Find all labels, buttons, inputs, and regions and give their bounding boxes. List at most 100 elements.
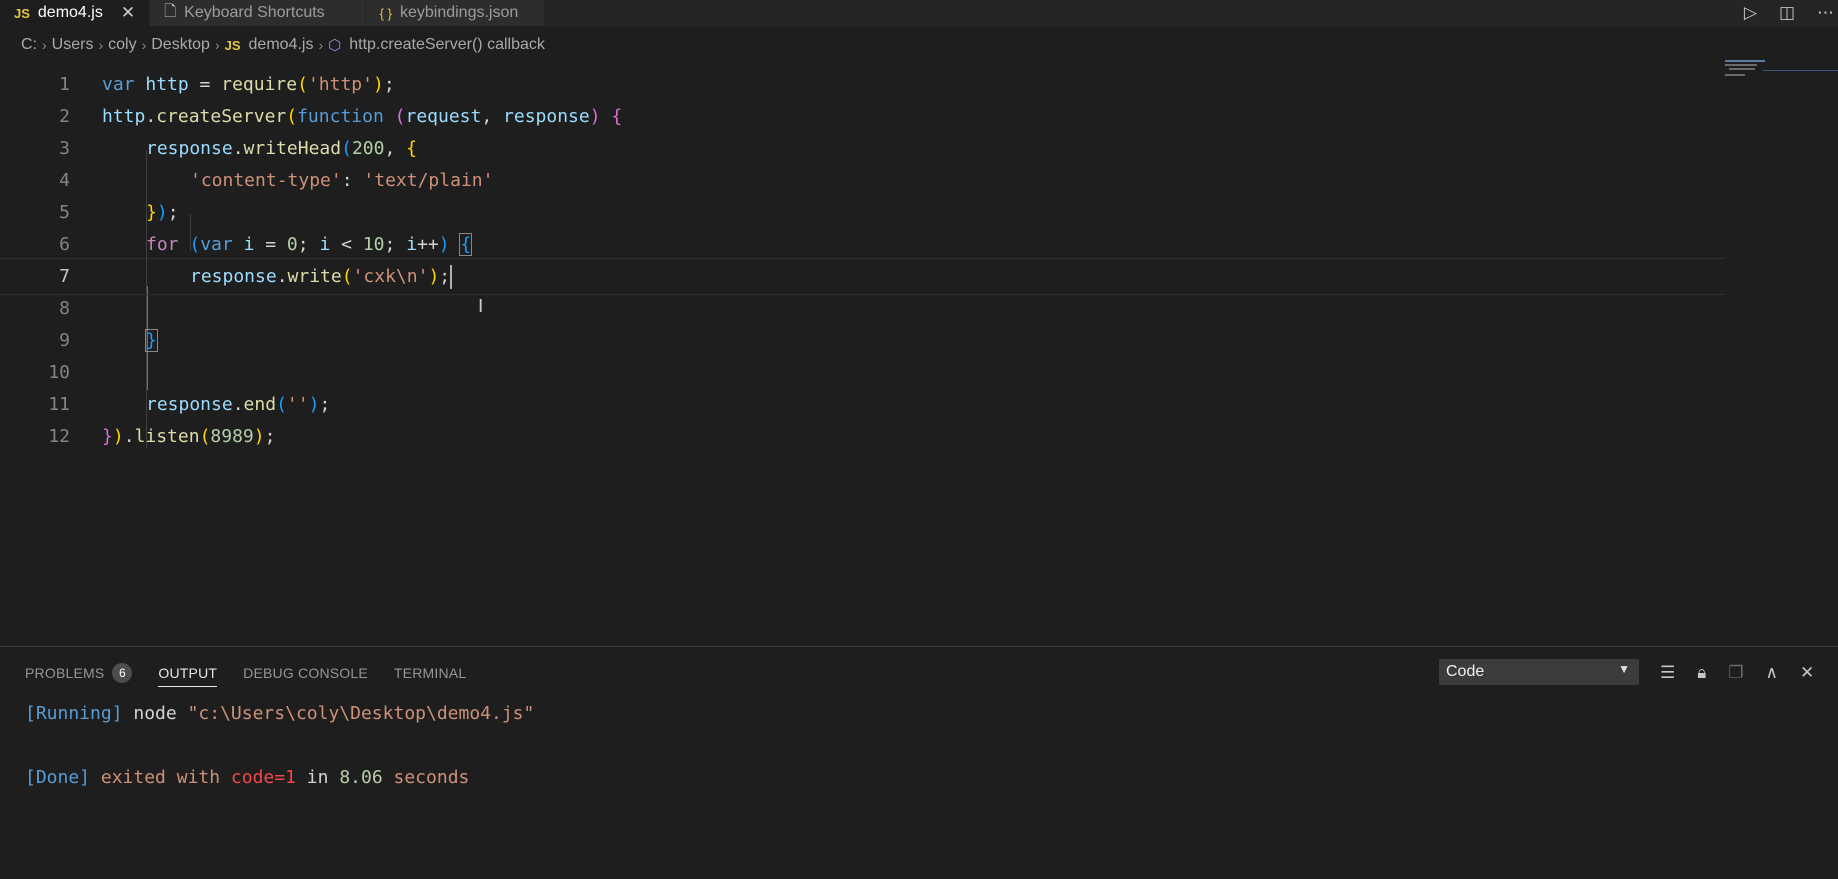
code-token: }: [102, 426, 113, 447]
tab-debug-console[interactable]: DEBUG CONSOLE: [243, 659, 368, 687]
code-token: ): [156, 202, 168, 223]
line-number: 12: [48, 426, 70, 447]
code-token: http: [102, 106, 146, 127]
tab-problems[interactable]: PROBLEMS 6: [25, 659, 133, 687]
javascript-file-icon: JS: [224, 37, 241, 53]
document-icon: 🗋: [164, 2, 177, 20]
symbol-method-icon: ⬡: [328, 37, 342, 54]
code-token: .: [123, 426, 135, 447]
editor-tab-bar: JS demo4.js ✕ 🗋 Keyboard Shortcuts { } k…: [0, 0, 1838, 26]
clear-output-icon[interactable]: ☰: [1660, 663, 1675, 683]
breadcrumb-item[interactable]: Users: [52, 36, 94, 54]
output-token: 8.06: [339, 767, 383, 788]
code-token: ): [112, 426, 124, 447]
code-token: ): [428, 265, 440, 287]
tab-keybindings-json[interactable]: { } keybindings.json: [365, 0, 546, 26]
breadcrumb-item[interactable]: C:: [21, 36, 37, 54]
breadcrumb-item[interactable]: http.createServer() callback: [349, 36, 545, 54]
tab-label: DEBUG CONSOLE: [243, 665, 368, 681]
line-number: 10: [48, 362, 70, 383]
line-number: 4: [59, 170, 70, 191]
line-number: 6: [59, 234, 70, 255]
tab-label: OUTPUT: [158, 664, 218, 681]
code-token: .: [276, 265, 288, 287]
breadcrumb-item[interactable]: Desktop: [151, 36, 210, 54]
tab-label: TERMINAL: [393, 665, 467, 681]
code-text: for (var i = 0; i < 10; i++) {: [146, 233, 473, 256]
bottom-panel: PROBLEMS 6 OUTPUT DEBUG CONSOLE TERMINAL…: [0, 646, 1838, 879]
tab-bar-spacer: [545, 0, 1838, 26]
output-line: [Done] exited with code=1 in 8.06 second…: [25, 767, 469, 788]
tab-terminal[interactable]: TERMINAL: [394, 659, 466, 687]
output-token: [Running]: [25, 703, 123, 724]
code-token: ;: [383, 74, 395, 95]
code-text: });: [146, 202, 179, 223]
code-token: }: [145, 329, 158, 352]
tab-keyboard-shortcuts[interactable]: 🗋 Keyboard Shortcuts: [150, 0, 366, 26]
text-caret: [450, 264, 453, 289]
maximize-panel-icon[interactable]: ∧: [1766, 663, 1778, 683]
split-editor-icon[interactable]: ◫: [1779, 3, 1795, 23]
panel-tabs: PROBLEMS 6 OUTPUT DEBUG CONSOLE TERMINAL: [25, 659, 466, 687]
run-icon[interactable]: ▷: [1744, 3, 1757, 23]
close-panel-icon[interactable]: ✕: [1800, 663, 1814, 683]
breadcrumb-item[interactable]: coly: [108, 36, 136, 54]
breadcrumb-item[interactable]: demo4.js: [249, 36, 314, 54]
code-token: response: [146, 138, 233, 159]
line-number: 11: [48, 394, 70, 415]
code-token: request: [405, 106, 482, 127]
code-text: }).listen(8989);: [102, 426, 275, 447]
code-token: .: [232, 394, 244, 415]
code-token: ): [589, 106, 601, 127]
line-number: 9: [59, 330, 70, 351]
code-token: ): [372, 74, 384, 95]
code-token: ): [253, 426, 265, 447]
output-channel-select[interactable]: Code ▼: [1439, 659, 1639, 685]
code-token: 200: [351, 138, 385, 159]
code-editor[interactable]: 1 var http = require('http'); 2 http.create…: [0, 64, 1838, 646]
output-line: [Running] node "c:\Users\coly\Desktop\de…: [25, 703, 534, 724]
code-token: ;: [264, 426, 276, 447]
code-text: response.end('');: [146, 394, 330, 415]
code-token: ,: [481, 106, 504, 127]
json-file-icon: { }: [379, 5, 392, 21]
code-token: (: [297, 74, 308, 95]
code-token: ;: [297, 234, 320, 255]
code-token: i: [319, 234, 331, 255]
open-in-editor-icon[interactable]: ❐: [1728, 663, 1743, 683]
code-token: {: [611, 106, 623, 127]
code-token: i: [406, 234, 418, 255]
code-token: (: [286, 106, 298, 127]
panel-actions: ☰ 🔒︎ ❐ ∧ ✕: [1660, 659, 1814, 687]
problems-count-badge: 6: [112, 663, 133, 683]
lock-icon[interactable]: 🔒︎: [1697, 663, 1706, 683]
code-token: i: [243, 234, 255, 255]
code-text: response.writeHead(200, {: [146, 138, 417, 159]
chevron-right-icon: ›: [42, 37, 47, 53]
code-token: .: [145, 106, 157, 127]
output-token: exited with: [90, 767, 231, 788]
code-token: for: [146, 234, 179, 255]
code-token: '': [286, 394, 309, 415]
javascript-file-icon: JS: [14, 5, 30, 21]
tab-label: keybindings.json: [399, 4, 519, 21]
close-icon[interactable]: ✕: [121, 3, 135, 23]
minimap[interactable]: [1723, 58, 1838, 88]
code-token: var: [102, 74, 135, 95]
tab-label: Keyboard Shortcuts: [184, 4, 325, 21]
code-line[interactable]: 12 }).listen(8989);: [0, 418, 1725, 455]
code-token: ++: [417, 234, 439, 255]
chevron-right-icon: ›: [98, 37, 104, 53]
code-token: 10: [362, 234, 385, 255]
more-actions-icon[interactable]: ⋯: [1817, 3, 1834, 23]
tab-demo4-js[interactable]: JS demo4.js ✕: [0, 0, 151, 26]
line-number: 1: [59, 74, 70, 95]
code-token: 'text/plain': [363, 170, 494, 191]
code-token: }: [146, 202, 157, 223]
tab-output[interactable]: OUTPUT: [158, 659, 218, 687]
output-token: code=1: [230, 767, 296, 788]
code-text: response.write('cxk\n');: [190, 264, 453, 289]
code-text: var http = require('http');: [102, 74, 395, 95]
